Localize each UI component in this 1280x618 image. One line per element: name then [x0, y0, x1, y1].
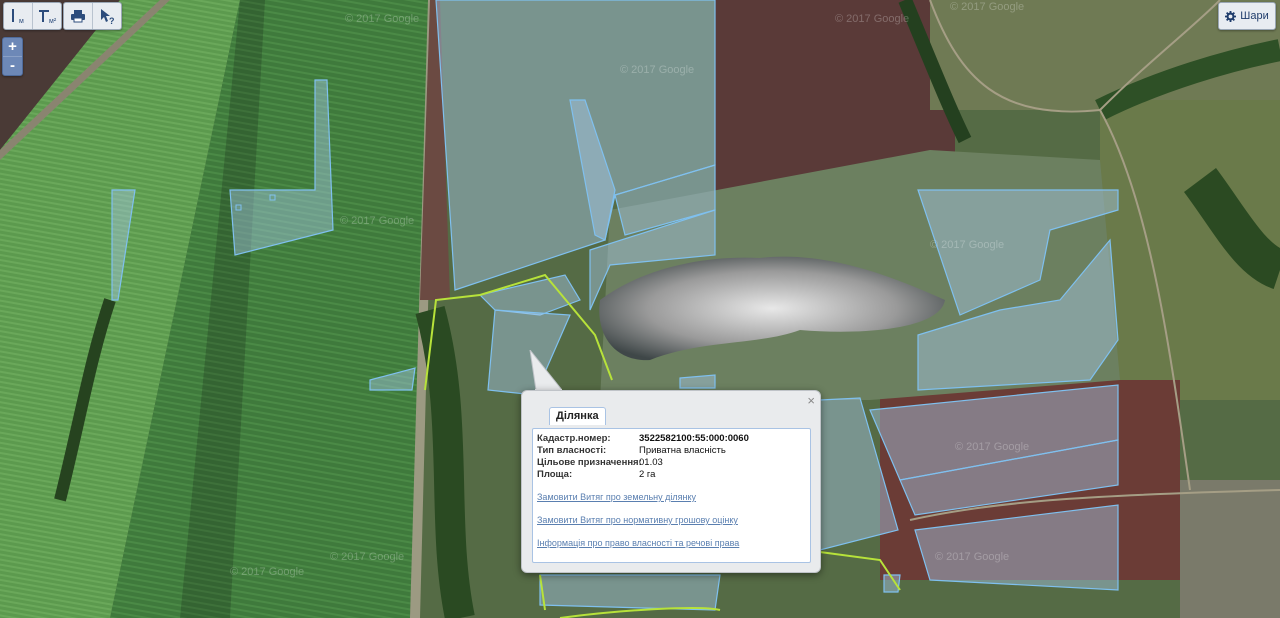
measure-line-button[interactable]: м [4, 3, 33, 29]
watermark: © 2017 Google [935, 551, 1009, 563]
print-button[interactable] [64, 3, 93, 29]
identify-cursor-icon: ? [101, 9, 115, 25]
watermark: © 2017 Google [620, 64, 694, 76]
layers-button[interactable]: Шари [1218, 2, 1276, 30]
measure-area-button[interactable]: м² [33, 3, 61, 29]
gear-icon [1225, 10, 1237, 22]
svg-text:м: м [19, 18, 24, 25]
zoom-out-button[interactable]: - [3, 56, 22, 75]
field-area: Площа: 2 га [537, 469, 656, 480]
ownership-info-link[interactable]: Інформація про право власності та речові… [537, 538, 739, 548]
field-cadastral-number: Кадастр.номер: 3522582100:55:000:0060 [537, 433, 749, 444]
village-area [1180, 480, 1280, 618]
ruler-line-icon: м [12, 9, 24, 25]
watermark: © 2017 Google [835, 13, 909, 25]
parcel-info-popup: × Ділянка Кадастр.номер: 3522582100:55:00… [521, 390, 821, 573]
identify-button[interactable]: ? [93, 3, 121, 29]
close-icon[interactable]: × [807, 394, 815, 408]
popup-pointer [529, 350, 562, 392]
watermark: © 2017 Google [330, 551, 404, 563]
order-valuation-extract-link[interactable]: Замовити Витяг про нормативну грошову оц… [537, 515, 738, 525]
parcel[interactable] [679, 374, 716, 389]
svg-text:?: ? [109, 16, 115, 25]
watermark: © 2017 Google [955, 441, 1029, 453]
printer-icon [71, 10, 85, 23]
layers-label: Шари [1240, 10, 1269, 22]
tools-toolbar: ? [63, 2, 122, 30]
ruler-area-icon: м² [39, 10, 57, 25]
parcel[interactable] [539, 574, 721, 611]
field-ownership-type: Тип власності: Приватна власність [537, 445, 726, 456]
watermark: © 2017 Google [230, 566, 304, 578]
field-purpose: Цільове призначення:01.03 [537, 457, 663, 468]
watermark: © 2017 Google [950, 1, 1024, 13]
watermark: © 2017 Google [930, 239, 1004, 251]
tab-parcel[interactable]: Ділянка [549, 407, 606, 425]
zoom-control: + - [2, 37, 23, 76]
watermark: © 2017 Google [340, 215, 414, 227]
measure-toolbar: м м² [3, 2, 62, 30]
popup-content: Кадастр.номер: 3522582100:55:000:0060 Тип… [532, 428, 811, 563]
order-parcel-extract-link[interactable]: Замовити Витяг про земельну ділянку [537, 492, 696, 502]
watermark: © 2017 Google [345, 13, 419, 25]
svg-text:м²: м² [49, 18, 57, 25]
zoom-in-button[interactable]: + [3, 38, 22, 56]
